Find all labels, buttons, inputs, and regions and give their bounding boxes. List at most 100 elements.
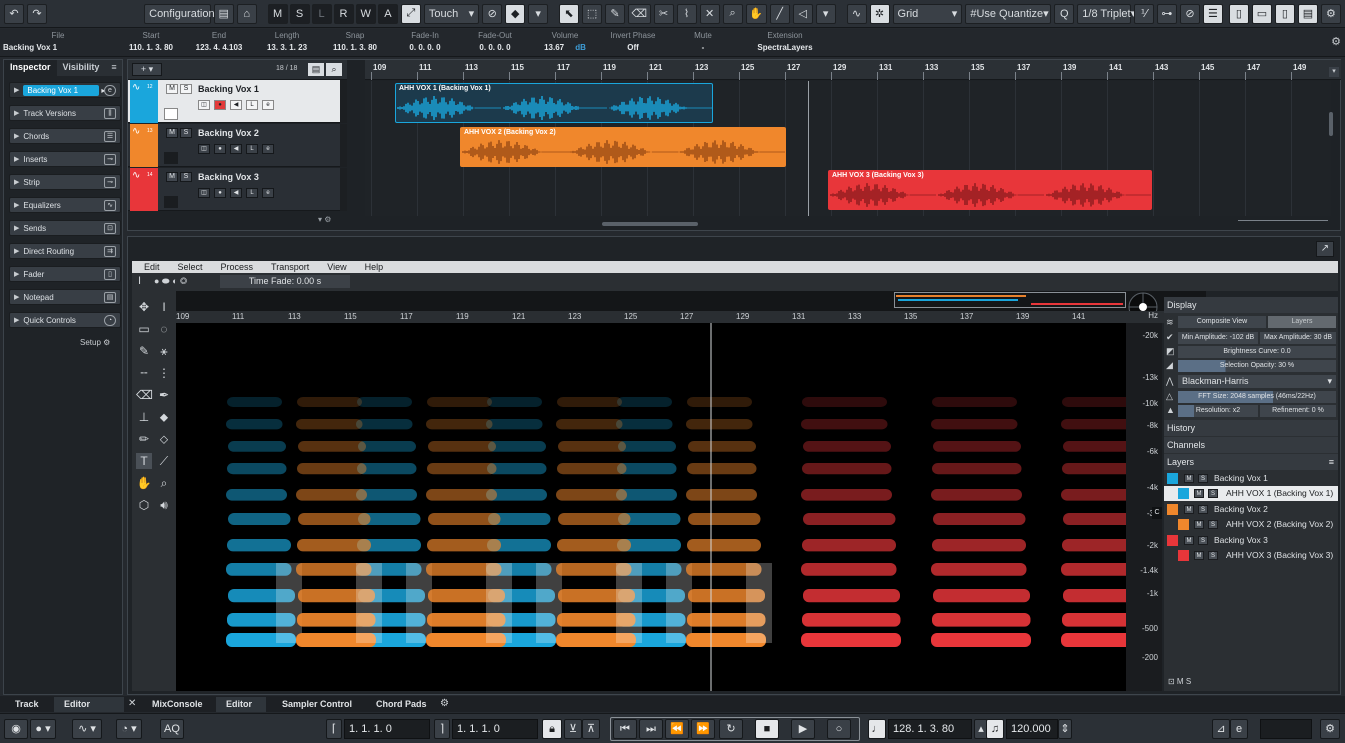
fft-size-field[interactable]: FFT Size: 2048 samples (46ms/22Hz) <box>1178 391 1336 403</box>
track-filter-icon[interactable]: ▤ <box>308 63 324 76</box>
tab-chord-pads[interactable]: Chord Pads <box>366 697 437 712</box>
time-select-icon[interactable]: I <box>156 299 172 315</box>
metronome-icon[interactable]: ♫ <box>986 719 1004 739</box>
zoom-slider[interactable] <box>1238 220 1328 221</box>
mute-tool[interactable]: ✕ <box>699 3 720 24</box>
record-mode-dropdown[interactable]: ● ▾ <box>30 719 56 739</box>
audio-event[interactable]: AHH VOX 1 (Backing Vox 1) <box>395 83 713 123</box>
layer-row[interactable]: M S AHH VOX 3 (Backing Vox 3) <box>1164 548 1338 563</box>
write-mode-button[interactable]: W <box>355 3 376 24</box>
track-name[interactable]: Backing Vox 1 <box>198 84 259 94</box>
layer-group-row[interactable]: M S Backing Vox 1 <box>1164 471 1338 486</box>
heal-icon[interactable]: ⬥ <box>156 409 172 425</box>
go-to-right-locator-icon[interactable]: ⌉ <box>434 719 450 739</box>
inspector-section-direct-routing[interactable]: ▶ Direct Routing ⇉ <box>9 243 121 259</box>
redo-button[interactable]: ↷ <box>27 3 47 24</box>
menu-transport[interactable]: Transport <box>271 262 309 272</box>
max-amplitude-field[interactable]: Max Amplitude: 30 dB <box>1260 332 1336 344</box>
tab-mixconsole[interactable]: MixConsole <box>142 697 213 712</box>
inspector-setup-button[interactable]: Setup ⚙ <box>80 338 110 347</box>
edit-channel-button[interactable]: e <box>262 188 274 198</box>
layer-mute-button[interactable]: M <box>1184 474 1194 483</box>
info-end[interactable]: End 123. 4. 4.103 <box>186 31 252 52</box>
layer-mute-button[interactable]: M <box>1194 551 1204 560</box>
colorize-tool[interactable]: ▾ <box>815 3 836 24</box>
read-automation-button[interactable]: ◀ <box>230 144 242 154</box>
lock-icon[interactable]: 🔒︎ <box>542 719 562 739</box>
display-header[interactable]: Display <box>1164 297 1338 313</box>
time-fade-field[interactable]: Time Fade: 0.00 s <box>220 275 350 288</box>
rewind-icon[interactable]: ⏪ <box>665 719 689 739</box>
range-selection-tool[interactable]: ⬚ <box>582 3 603 24</box>
info-file[interactable]: File Backing Vox 1 <box>0 31 116 52</box>
eraser-icon[interactable]: ⌫ <box>136 387 153 403</box>
eyedropper-icon[interactable]: ⟋ <box>156 453 172 469</box>
history-header[interactable]: History <box>1164 420 1338 436</box>
menu-edit[interactable]: Edit <box>144 262 160 272</box>
edit-in-place-button[interactable]: ⊘ <box>482 3 503 24</box>
layer-group-row[interactable]: M S Backing Vox 3 <box>1164 533 1338 548</box>
auto-mode-button[interactable]: A <box>377 3 398 24</box>
fast-forward-icon[interactable]: ⏩ <box>691 719 715 739</box>
layer-mute-button[interactable]: M <box>1184 505 1194 514</box>
audio-event[interactable]: AHH VOX 3 (Backing Vox 3) <box>828 170 1152 210</box>
hand-icon[interactable]: ✋ <box>136 475 152 491</box>
layer-solo-button[interactable]: S <box>1208 551 1218 560</box>
lanes-button[interactable]: L <box>246 188 258 198</box>
punch-in-icon[interactable]: ⊻ <box>564 719 582 739</box>
menu-process[interactable]: Process <box>221 262 254 272</box>
resolution-field[interactable]: Resolution: x2 <box>1178 405 1258 417</box>
lasso-icon[interactable]: ◌ <box>156 321 172 337</box>
project-cursor[interactable] <box>808 81 809 216</box>
open-in-window-icon[interactable]: ↗ <box>1316 241 1334 257</box>
tab-sampler-control[interactable]: Sampler Control <box>272 697 362 712</box>
edit-channel-button[interactable]: e <box>262 100 274 110</box>
audio-event[interactable]: AHH VOX 2 (Backing Vox 2) <box>460 127 786 167</box>
layer-solo-button[interactable]: S <box>1198 536 1208 545</box>
lanes-button[interactable]: L <box>246 144 258 154</box>
min-amplitude-field[interactable]: Min Amplitude: -102 dB <box>1178 332 1258 344</box>
event-display[interactable]: AHH VOX 1 (Backing Vox 1) AHH VOX 2 (Back… <box>365 81 1331 216</box>
track-row[interactable]: ∿ 14 M S Backing Vox 3 ◫ ● ◀ L e <box>128 168 347 211</box>
gear-icon[interactable]: ⚙ <box>440 698 449 709</box>
vertical-scrollbar[interactable] <box>1329 112 1333 136</box>
cycle-icon[interactable]: ↻ <box>719 719 743 739</box>
record-enable-button[interactable]: ● <box>214 188 226 198</box>
tempo-stepper[interactable]: ⇕ <box>1058 719 1072 739</box>
edit-history-button[interactable]: ⊘ <box>1179 3 1200 24</box>
brightness-curve-field[interactable]: Brightness Curve: 0.0 <box>1178 346 1336 358</box>
ruler[interactable]: 109 111 113 115 117 119 121 123 125 127 129 131 133 1… <box>365 60 1341 80</box>
tab-editor-left[interactable]: Editor <box>54 697 124 712</box>
horizontal-scrollbar[interactable] <box>602 222 698 226</box>
text-tool-icon[interactable]: T <box>136 453 152 469</box>
info-start[interactable]: Start 110. 1. 3. 80 <box>118 31 184 52</box>
info-snap[interactable]: Snap 110. 1. 3. 80 <box>322 31 388 52</box>
go-to-start-icon[interactable]: ⏮ <box>613 719 637 739</box>
mute-mode-button[interactable]: M <box>267 3 288 24</box>
track-row[interactable]: ∿ 12 M S Backing Vox 1 ◫ ● ◀ L e <box>128 80 347 123</box>
zoom-tool[interactable]: ⌕ <box>722 3 743 24</box>
tab-track[interactable]: Track <box>5 697 49 712</box>
menu-view[interactable]: View <box>327 262 346 272</box>
record-enable-button[interactable]: ● <box>214 100 226 110</box>
channels-header[interactable]: Channels <box>1164 437 1338 453</box>
layer-mute-button[interactable]: M <box>1184 536 1194 545</box>
transport-settings-gear-icon[interactable]: ⚙ <box>1320 719 1340 739</box>
show-right-zone-button[interactable]: ▯ <box>1274 3 1295 24</box>
inspector-section-fader[interactable]: ▶ Fader ▯ <box>9 266 121 282</box>
info-mute[interactable]: Mute - <box>670 31 736 52</box>
automation-mode-dropdown[interactable]: Touch ▾ <box>423 3 480 24</box>
snap-icon[interactable]: ◆ <box>505 3 526 24</box>
solo-mode-button[interactable]: S <box>289 3 310 24</box>
precount-dropdown[interactable]: ◔ ▾ <box>116 719 142 739</box>
overview-bar[interactable] <box>176 291 1206 311</box>
track-name[interactable]: Backing Vox 2 <box>198 128 259 138</box>
punch-out-icon[interactable]: ⊼ <box>582 719 600 739</box>
info-volume[interactable]: Volume 13.67 dB <box>532 31 598 52</box>
lanes-button[interactable]: L <box>246 100 258 110</box>
punch-dropdown[interactable]: ∿ ▾ <box>72 719 102 739</box>
listen-mode-button[interactable]: L <box>311 3 332 24</box>
composite-view-button[interactable]: Composite View <box>1178 316 1266 328</box>
info-fade-in[interactable]: Fade-In 0. 0. 0. 0 <box>392 31 458 52</box>
grid-snap-icon[interactable]: ✲ <box>869 3 890 24</box>
